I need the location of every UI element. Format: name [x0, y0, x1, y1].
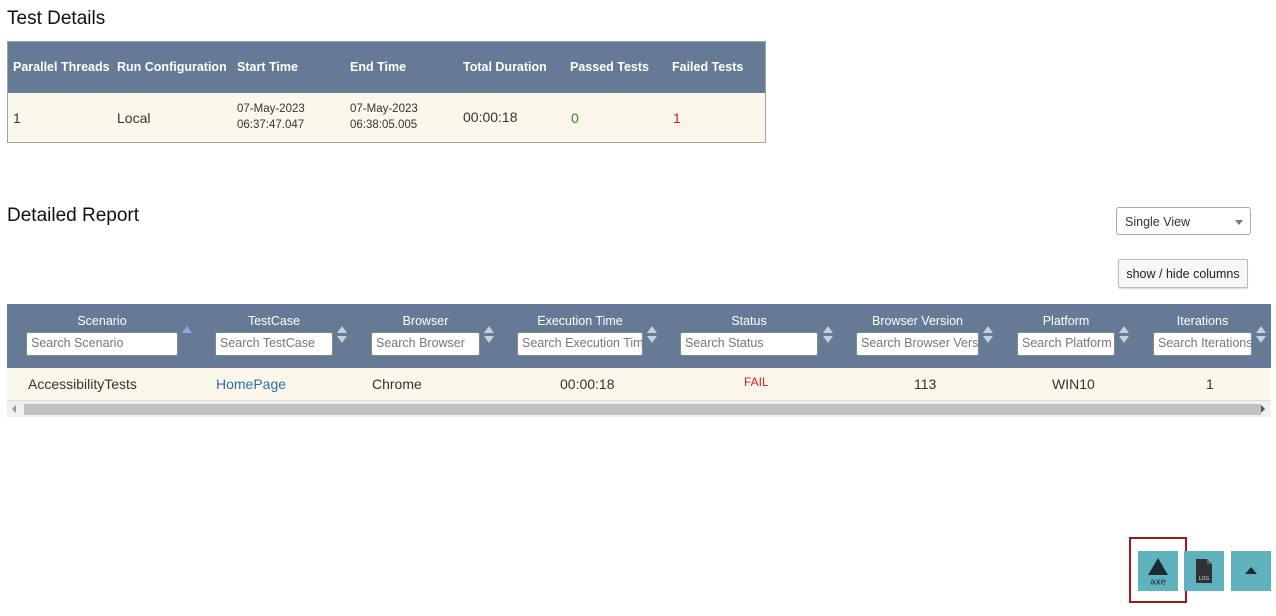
cell-browser-version: 113 [914, 376, 937, 392]
detailed-report-table: Scenario Search Scenario TestCase Search… [7, 304, 1271, 417]
sort-browser-icon[interactable] [484, 326, 494, 346]
table-row: AccessibilityTests HomePage Chrome 00:00… [7, 368, 1271, 401]
test-details-table: Parallel Threads Run Configuration Start… [7, 41, 766, 143]
header-end-time: End Time [350, 60, 407, 74]
value-start-time: 07-May-2023 06:37:47.047 [237, 101, 305, 133]
column-iterations-label: Iterations [1176, 314, 1229, 328]
header-passed-tests: Passed Tests [570, 60, 649, 74]
end-date: 07-May-2023 [350, 103, 418, 115]
column-scenario-label: Scenario [77, 314, 127, 328]
sort-iterations-icon[interactable] [1256, 326, 1266, 346]
sort-browser-version-icon[interactable] [983, 326, 993, 346]
column-browser-label: Browser [402, 314, 449, 328]
chevron-down-icon [1235, 220, 1243, 225]
scrollbar-thumb[interactable] [24, 404, 1261, 415]
column-execution-time-label: Execution Time [537, 314, 623, 328]
value-passed-tests: 0 [571, 110, 579, 126]
value-failed-tests: 1 [673, 110, 681, 126]
scroll-left-arrow-icon[interactable] [12, 405, 16, 413]
log-label: LOG [1199, 576, 1210, 582]
cell-scenario: AccessibilityTests [28, 376, 137, 392]
horizontal-scrollbar[interactable] [7, 401, 1271, 417]
header-total-duration: Total Duration [463, 60, 547, 74]
value-end-time: 07-May-2023 06:38:05.005 [350, 101, 418, 133]
column-status-label: Status [731, 314, 767, 328]
header-start-time: Start Time [237, 60, 298, 74]
detailed-report-title: Detailed Report [7, 205, 140, 226]
search-browser-version-input[interactable]: Search Browser Vers [856, 332, 979, 356]
search-iterations-input[interactable]: Search Iterations [1153, 332, 1252, 356]
search-testcase-input[interactable]: Search TestCase [215, 332, 333, 356]
end-clock: 06:38:05.005 [350, 119, 418, 131]
value-parallel-threads: 1 [13, 110, 21, 126]
value-total-duration: 00:00:18 [463, 109, 518, 125]
cell-iterations: 1 [1206, 376, 1214, 392]
scroll-top-button[interactable] [1231, 551, 1271, 591]
header-parallel-threads: Parallel Threads [13, 60, 110, 74]
test-details-title: Test Details [7, 8, 106, 29]
log-file-icon: LOG [1196, 559, 1212, 583]
axe-report-button[interactable]: axe [1138, 551, 1178, 591]
view-mode-selected-value: Single View [1125, 215, 1191, 229]
sort-testcase-icon[interactable] [337, 326, 347, 346]
test-details-header-row: Parallel Threads Run Configuration Start… [8, 42, 765, 93]
column-browser-version-label: Browser Version [871, 314, 963, 328]
cell-platform: WIN10 [1052, 376, 1095, 392]
search-browser-input[interactable]: Search Browser [371, 332, 480, 356]
arrow-up-icon [1245, 567, 1257, 574]
search-status-input[interactable]: Search Status [680, 332, 818, 356]
start-date: 07-May-2023 [237, 103, 305, 115]
scroll-right-arrow-icon[interactable] [1261, 405, 1265, 413]
axe-triangle-icon: axe [1148, 558, 1168, 587]
sort-scenario-icon[interactable] [182, 326, 192, 346]
axe-label: axe [1150, 578, 1167, 587]
testcase-link[interactable]: HomePage [216, 376, 286, 392]
column-testcase-label: TestCase [247, 314, 301, 328]
start-clock: 06:37:47.047 [237, 119, 305, 131]
cell-execution-time: 00:00:18 [560, 376, 615, 392]
search-scenario-input[interactable]: Search Scenario [26, 332, 178, 356]
status-badge: FAIL [744, 375, 769, 389]
header-run-configuration: Run Configuration [117, 60, 227, 74]
log-button[interactable]: LOG [1184, 551, 1224, 591]
search-platform-input[interactable]: Search Platform [1017, 332, 1115, 356]
show-hide-columns-button[interactable]: show / hide columns [1118, 259, 1248, 288]
column-platform-label: Platform [1042, 314, 1090, 328]
search-execution-time-input[interactable]: Search Execution Tim [517, 332, 643, 356]
detailed-report-header-row: Scenario Search Scenario TestCase Search… [7, 304, 1271, 368]
header-failed-tests: Failed Tests [672, 60, 744, 74]
sort-status-icon[interactable] [823, 326, 833, 346]
sort-execution-time-icon[interactable] [647, 326, 657, 346]
value-run-configuration: Local [117, 110, 151, 126]
cell-browser: Chrome [372, 376, 422, 392]
sort-platform-icon[interactable] [1119, 326, 1129, 346]
view-mode-select[interactable]: Single View [1116, 207, 1251, 235]
test-details-data-row: 1 Local 07-May-2023 06:37:47.047 07-May-… [8, 93, 765, 142]
